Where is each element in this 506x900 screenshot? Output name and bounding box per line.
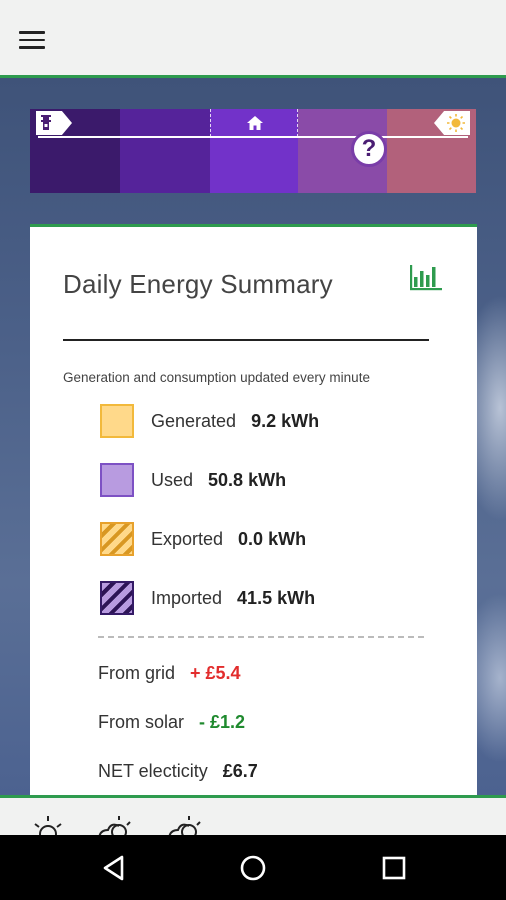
- help-button[interactable]: ?: [351, 131, 387, 167]
- legend-value: 50.8 kWh: [208, 469, 287, 490]
- used-swatch: [100, 463, 134, 497]
- sunny-icon[interactable]: [30, 812, 70, 835]
- card-title: Daily Energy Summary: [63, 269, 333, 299]
- legend-value: 41.5 kWh: [237, 587, 316, 608]
- legend-label: Generated: [151, 410, 237, 431]
- partly-cloudy-icon[interactable]: [95, 812, 135, 835]
- cost-label: NET electicity: [98, 761, 208, 781]
- weather-strip: [0, 795, 506, 835]
- cost-row-net: NET electicity £6.7: [98, 761, 258, 782]
- app-bar: [0, 0, 506, 78]
- legend-label: Exported: [151, 528, 224, 549]
- title-divider: [63, 339, 429, 341]
- home-circle-icon[interactable]: [235, 850, 271, 886]
- imported-swatch: [100, 581, 134, 615]
- recents-icon[interactable]: [376, 850, 412, 886]
- legend-item-generated: Generated 9.2 kWh: [100, 403, 319, 439]
- cost-label: From solar: [98, 712, 185, 732]
- partly-cloudy-icon[interactable]: [165, 812, 205, 835]
- cost-row-grid: From grid + £5.4: [98, 663, 241, 684]
- daily-energy-summary-card: Daily Energy Summary Generation and cons…: [30, 224, 477, 799]
- energy-timeline-band[interactable]: ?: [30, 109, 476, 193]
- cost-row-solar: From solar - £1.2: [98, 712, 245, 733]
- home-icon: [247, 116, 263, 130]
- legend-label: Imported: [151, 587, 223, 608]
- band-top-row: [30, 109, 476, 137]
- generated-swatch: [100, 404, 134, 438]
- back-icon[interactable]: [96, 850, 132, 886]
- cost-value: £6.7: [222, 761, 258, 781]
- cost-divider: [98, 636, 424, 638]
- bar-chart-icon[interactable]: [408, 263, 444, 291]
- cost-label: From grid: [98, 663, 176, 683]
- legend-item-exported: Exported 0.0 kWh: [100, 521, 306, 557]
- system-nav-bar: [0, 835, 506, 900]
- cost-value: + £5.4: [190, 663, 241, 683]
- legend-value: 9.2 kWh: [251, 410, 320, 431]
- legend-item-used: Used 50.8 kWh: [100, 462, 286, 498]
- legend-label: Used: [151, 469, 194, 490]
- cost-value: - £1.2: [199, 712, 246, 732]
- hamburger-menu-icon[interactable]: [14, 26, 50, 54]
- timeline-line: [38, 136, 468, 138]
- exported-swatch: [100, 522, 134, 556]
- update-note: Generation and consumption updated every…: [63, 370, 370, 385]
- home-zone: [210, 109, 298, 137]
- legend-item-imported: Imported 41.5 kWh: [100, 580, 315, 616]
- legend-value: 0.0 kWh: [238, 528, 307, 549]
